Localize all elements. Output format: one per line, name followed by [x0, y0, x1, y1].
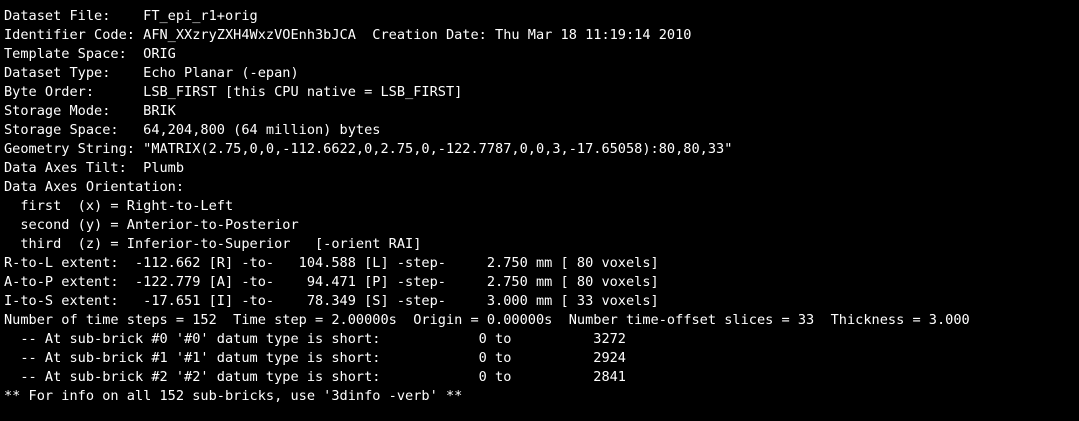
sub-brick-2-line: -- At sub-brick #2 '#2' datum type is sh…	[4, 369, 626, 385]
dataset-type-line: Dataset Type: Echo Planar (-epan)	[4, 65, 299, 81]
a-to-p-extent-line: A-to-P extent: -122.779 [A] -to- 94.471 …	[4, 274, 659, 290]
storage-space-line: Storage Space: 64,204,800 (64 million) b…	[4, 122, 381, 138]
byte-order-line: Byte Order: LSB_FIRST [this CPU native =…	[4, 84, 463, 100]
sub-brick-0-line: -- At sub-brick #0 '#0' datum type is sh…	[4, 331, 626, 347]
axis-third-line: third (z) = Inferior-to-Superior [-orien…	[4, 236, 422, 252]
dataset-file-line: Dataset File: FT_epi_r1+orig	[4, 8, 258, 24]
data-axes-orientation-line: Data Axes Orientation:	[4, 179, 185, 195]
storage-mode-line: Storage Mode: BRIK	[4, 103, 176, 119]
axis-first-line: first (x) = Right-to-Left	[4, 198, 234, 214]
axis-second-line: second (y) = Anterior-to-Posterior	[4, 217, 299, 233]
identifier-code-line: Identifier Code: AFN_XXzryZXH4WxzVOEnh3b…	[4, 27, 692, 43]
i-to-s-extent-line: I-to-S extent: -17.651 [I] -to- 78.349 […	[4, 293, 659, 309]
geometry-string-line: Geometry String: "MATRIX(2.75,0,0,-112.6…	[4, 141, 733, 157]
terminal-window[interactable]: Dataset File: FT_epi_r1+orig Identifier …	[0, 0, 1079, 421]
time-steps-line: Number of time steps = 152 Time step = 2…	[4, 312, 970, 328]
r-to-l-extent-line: R-to-L extent: -112.662 [R] -to- 104.588…	[4, 255, 659, 271]
sub-brick-1-line: -- At sub-brick #1 '#1' datum type is sh…	[4, 350, 626, 366]
template-space-line: Template Space: ORIG	[4, 46, 176, 62]
data-axes-tilt-line: Data Axes Tilt: Plumb	[4, 160, 185, 176]
info-hint-line: ** For info on all 152 sub-bricks, use '…	[4, 388, 463, 404]
